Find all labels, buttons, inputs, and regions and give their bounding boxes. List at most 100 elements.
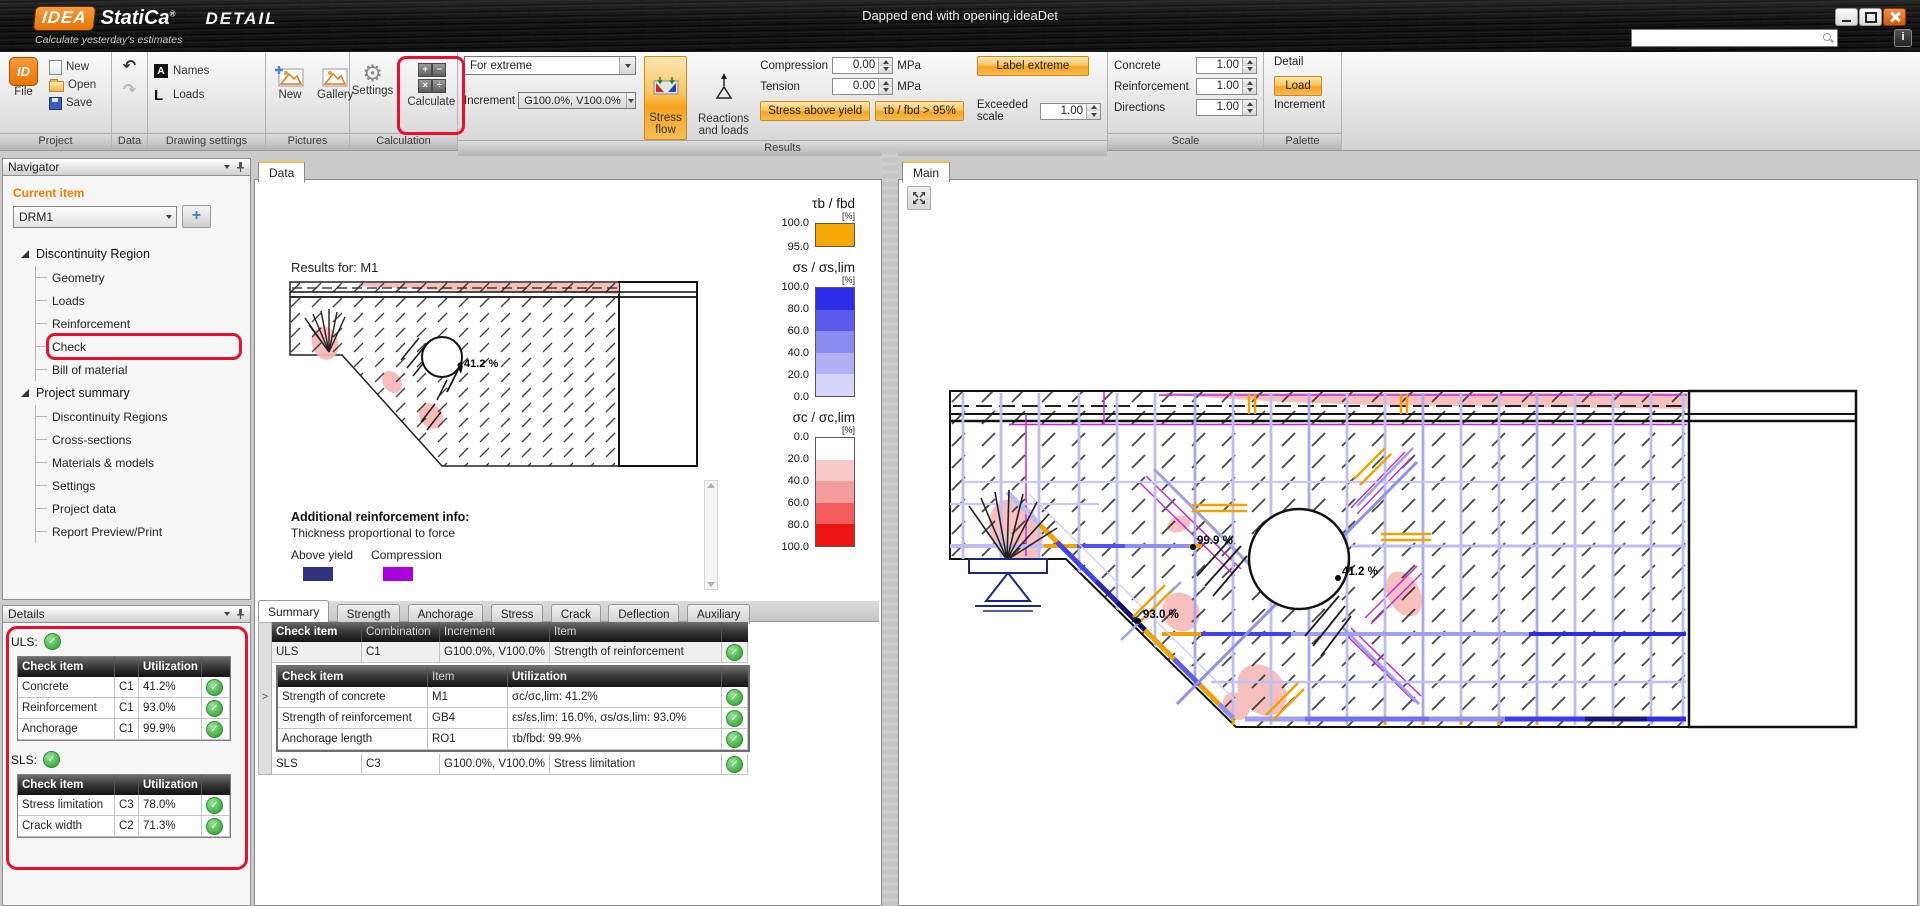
save-button[interactable]: Save	[49, 94, 96, 112]
palette-load-option[interactable]: Load	[1274, 76, 1322, 96]
nav-item-settings[interactable]: Settings	[36, 474, 250, 497]
spin-down-icon[interactable]	[1243, 87, 1256, 95]
nav-section-discontinuity-region[interactable]: Discontinuity Region	[13, 242, 250, 266]
spin-up-icon[interactable]	[1087, 104, 1100, 112]
scroll-up-icon[interactable]	[707, 483, 715, 488]
spin-down-icon[interactable]	[1087, 111, 1100, 119]
tab-auxiliary[interactable]: Auxiliary	[687, 604, 750, 624]
collapse-icon[interactable]	[21, 389, 29, 397]
add-region-button[interactable]	[182, 205, 211, 228]
pin-icon[interactable]	[236, 608, 245, 620]
nav-item-bill-of-material[interactable]: Bill of material	[36, 358, 250, 381]
drawing-scrollbar[interactable]	[704, 480, 718, 590]
details-panel: ULS: Check itemUtilization ConcreteC141.…	[2, 623, 251, 906]
stress-flow-drawing[interactable]: 41.2 %	[289, 280, 701, 478]
nav-section-project-summary[interactable]: Project summary	[13, 381, 250, 405]
nav-item-reinforcement[interactable]: Reinforcement	[36, 312, 250, 335]
palette-increment-option[interactable]: Increment	[1274, 99, 1335, 116]
tab-crack[interactable]: Crack	[551, 604, 601, 624]
search-icon[interactable]	[1822, 32, 1834, 44]
spin-up-icon[interactable]	[1243, 58, 1256, 66]
ribbon: ID File New Open Save Project Data Names	[0, 52, 1920, 151]
info-button[interactable]	[1894, 29, 1912, 47]
redo-button[interactable]	[123, 80, 136, 100]
nav-item-loads[interactable]: Loads	[36, 289, 250, 312]
check-result-drawing[interactable]: 99.9 % 93.0 % 41.2 %	[949, 384, 1881, 756]
tab-summary[interactable]: Summary	[258, 600, 329, 622]
compression-input[interactable]: 0.00	[832, 57, 893, 74]
increment-dropdown[interactable]: G100.0%, V100.0%	[518, 92, 636, 109]
stress-above-yield-toggle[interactable]: Stress above yield	[760, 101, 870, 121]
tb-fbd-toggle[interactable]: τb / fbd > 95%	[875, 101, 964, 121]
spin-up-icon[interactable]	[879, 79, 892, 87]
pin-icon[interactable]	[236, 161, 245, 173]
group-label-drawing-settings: Drawing settings	[148, 133, 265, 150]
undo-button[interactable]	[123, 56, 136, 76]
table-row-uls[interactable]: ULS C1 G100.0%, V100.0% Strength of rein…	[272, 642, 748, 663]
spin-down-icon[interactable]	[1243, 108, 1256, 116]
sls-status: SLS:	[11, 751, 250, 768]
data-panel-content[interactable]: Results for: M1	[254, 179, 882, 906]
search-input[interactable]	[1632, 32, 1822, 44]
loads-toggle[interactable]: Loads	[154, 86, 259, 104]
zoom-fit-button[interactable]	[907, 186, 931, 210]
nav-item-project-data[interactable]: Project data	[36, 497, 250, 520]
stress-flow-toggle[interactable]: Stress flow	[644, 56, 687, 140]
check-ok-icon	[206, 818, 223, 835]
nav-item-cross-sections[interactable]: Cross-sections	[36, 428, 250, 451]
gallery-icon	[320, 65, 350, 89]
maximize-button[interactable]	[1859, 8, 1882, 26]
row-expander[interactable]	[258, 622, 272, 775]
current-item-dropdown[interactable]: DRM1	[13, 206, 177, 228]
extreme-dropdown[interactable]: For extreme	[464, 56, 636, 75]
label-extreme-toggle[interactable]: Label extreme	[977, 56, 1089, 76]
palette-detail-option[interactable]: Detail	[1274, 56, 1335, 73]
open-button[interactable]: Open	[49, 76, 96, 94]
tab-deflection[interactable]: Deflection	[608, 604, 679, 624]
idea-statica-detail-window: IDEA StatiCa® DETAIL Calculate yesterday…	[0, 0, 1920, 906]
file-button[interactable]: ID File	[6, 56, 41, 133]
tension-input[interactable]: 0.00	[832, 78, 893, 95]
scroll-down-icon[interactable]	[707, 582, 715, 587]
scale-directions-input[interactable]: 1.00	[1196, 99, 1257, 116]
tab-strength[interactable]: Strength	[337, 604, 400, 624]
new-button[interactable]: New	[49, 58, 96, 76]
nav-item-geometry[interactable]: Geometry	[36, 266, 250, 289]
spin-up-icon[interactable]	[1243, 79, 1256, 87]
scale-sigma-c: σc / σc,lim [%] 0.0 20.0 40.0 60.0 80.0 …	[723, 410, 855, 547]
panel-menu-icon[interactable]	[224, 165, 230, 169]
collapse-icon[interactable]	[21, 250, 29, 258]
table-row-sls[interactable]: SLS C3 G100.0%, V100.0% Stress limitatio…	[272, 754, 748, 775]
picture-new-button[interactable]: New	[272, 64, 308, 133]
spin-down-icon[interactable]	[879, 87, 892, 95]
spin-up-icon[interactable]	[879, 58, 892, 66]
navigator-header[interactable]: Navigator	[2, 158, 251, 176]
exceeded-scale-input[interactable]: 1.00	[1040, 103, 1101, 120]
spin-down-icon[interactable]	[879, 66, 892, 74]
spin-up-icon[interactable]	[1243, 100, 1256, 108]
maximize-icon	[1865, 12, 1877, 23]
main-panel-content[interactable]: 99.9 % 93.0 % 41.2 %	[898, 179, 1918, 906]
nav-item-report-preview-print[interactable]: Report Preview/Print	[36, 520, 250, 543]
tab-anchorage[interactable]: Anchorage	[408, 604, 484, 624]
panel-menu-icon[interactable]	[224, 612, 230, 616]
details-header[interactable]: Details	[2, 605, 251, 623]
scale-reinforcement-input[interactable]: 1.00	[1196, 78, 1257, 95]
minimize-button[interactable]	[1835, 8, 1858, 26]
tab-stress[interactable]: Stress	[491, 604, 544, 624]
tab-data[interactable]: Data	[258, 161, 305, 183]
settings-button[interactable]: Settings	[349, 60, 397, 133]
tab-main[interactable]: Main	[902, 161, 950, 183]
nav-item-check[interactable]: Check	[36, 335, 250, 358]
scale-concrete-input[interactable]: 1.00	[1196, 57, 1257, 74]
nav-item-discontinuity-regions[interactable]: Discontinuity Regions	[36, 405, 250, 428]
names-toggle[interactable]: Names	[154, 62, 259, 80]
compression-label: Compression	[760, 60, 832, 72]
panel-splitter[interactable]	[882, 150, 898, 906]
close-icon	[1890, 12, 1900, 22]
calculate-button[interactable]: Calculate	[404, 60, 458, 133]
close-button[interactable]	[1883, 8, 1906, 26]
nav-item-materials-models[interactable]: Materials & models	[36, 451, 250, 474]
reactions-loads-toggle[interactable]: Reactions and loads	[695, 56, 752, 140]
spin-down-icon[interactable]	[1243, 66, 1256, 74]
